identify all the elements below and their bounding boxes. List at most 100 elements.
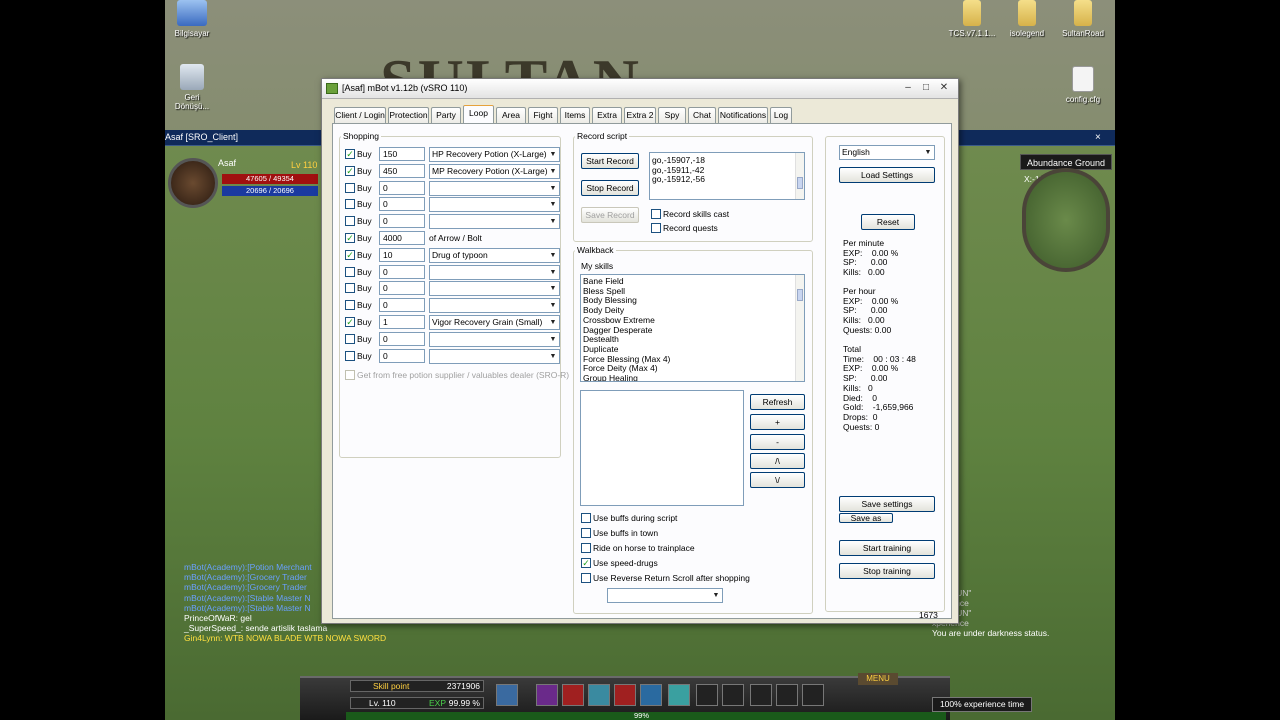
skill-slot[interactable] <box>750 684 772 706</box>
qty-input[interactable]: 0 <box>379 348 425 363</box>
buy-checkbox[interactable]: ✓ <box>345 249 355 260</box>
save-settings-button[interactable]: Save settings <box>839 496 935 512</box>
tab-area[interactable]: Area <box>496 107 526 123</box>
tab-client-login[interactable]: Client / Login <box>334 107 386 123</box>
remove-skill-button[interactable]: - <box>750 434 805 450</box>
add-skill-button[interactable]: + <box>750 414 805 430</box>
qty-input[interactable]: 0 <box>379 331 425 346</box>
item-select[interactable]: Drug of typoon ▼ <box>429 247 560 263</box>
item-select[interactable]: ▼ <box>429 197 560 213</box>
qty-input[interactable]: 450 <box>379 163 425 178</box>
save-record-button[interactable]: Save Record <box>581 207 639 223</box>
buy-checkbox[interactable]: ✓ <box>345 149 355 159</box>
free-potion-checkbox[interactable] <box>345 370 355 380</box>
skill-slot[interactable] <box>668 684 690 706</box>
move-up-button[interactable]: /\ <box>750 453 805 469</box>
item-select[interactable]: ▼ <box>429 264 560 280</box>
qty-input[interactable]: 1 <box>379 315 425 329</box>
walkback-option-checkbox[interactable]: ✓ <box>581 558 591 568</box>
walkback-dropdown[interactable]: ▼ <box>607 588 723 603</box>
item-select[interactable]: ▼ <box>429 214 560 230</box>
tab-fight[interactable]: Fight <box>528 107 558 123</box>
record-quests-checkbox[interactable] <box>651 223 661 233</box>
qty-input[interactable]: 0 <box>379 298 425 313</box>
skill-slot[interactable] <box>776 684 798 706</box>
skill-slot[interactable] <box>614 684 636 706</box>
item-select[interactable]: ▼ <box>429 281 560 297</box>
buy-checkbox[interactable]: ✓ <box>345 317 355 327</box>
qty-input[interactable]: 10 <box>379 247 425 262</box>
script-line[interactable]: go,-15912,-56 <box>650 175 804 185</box>
record-skills-checkbox[interactable] <box>651 209 661 219</box>
skill-slot[interactable] <box>562 684 584 706</box>
buy-checkbox[interactable] <box>345 350 355 361</box>
walkback-option-checkbox[interactable] <box>581 528 591 538</box>
item-select[interactable]: ▼ <box>429 348 560 364</box>
tab-spy[interactable]: Spy <box>658 107 686 123</box>
mbot-title-bar[interactable]: [Asaf] mBot v1.12b (vSRO 110) – □ ✕ <box>322 79 958 99</box>
item-select[interactable]: ▼ <box>429 331 560 347</box>
start-training-button[interactable]: Start training <box>839 540 935 556</box>
buy-checkbox[interactable] <box>345 266 355 277</box>
tab-notifications[interactable]: Notifications <box>718 107 768 123</box>
item-select[interactable]: Vigor Recovery Grain (Small) ▼ <box>429 315 560 330</box>
item-select[interactable]: ▼ <box>429 298 560 314</box>
stop-record-button[interactable]: Stop Record <box>581 180 639 196</box>
tab-log[interactable]: Log <box>770 107 792 123</box>
item-select[interactable]: MP Recovery Potion (X-Large) ▼ <box>429 163 560 179</box>
buy-checkbox[interactable] <box>345 283 355 294</box>
tab-protection[interactable]: Protection <box>388 107 429 123</box>
skills-scrollbar[interactable] <box>795 275 804 381</box>
walkback-option-checkbox[interactable] <box>581 573 591 583</box>
skill-item[interactable]: Group Healing <box>581 373 804 381</box>
script-scrollbar[interactable] <box>795 153 804 199</box>
recycle-bin-icon[interactable]: Geri Dönüşü... <box>162 64 222 111</box>
item-select[interactable]: HP Recovery Potion (X-Large) ▼ <box>429 147 560 162</box>
client-close-icon[interactable]: × <box>1095 132 1101 143</box>
qty-input[interactable]: 0 <box>379 180 425 195</box>
computer-icon[interactable]: Bilgisayar <box>162 0 222 38</box>
qty-input[interactable]: 0 <box>379 264 425 279</box>
buy-checkbox[interactable] <box>345 182 355 193</box>
qty-input[interactable]: 4000 <box>379 231 425 245</box>
script-list[interactable]: go,-15907,-18 go,-15911,-42 go,-15912,-56 <box>649 152 805 200</box>
skill-slot[interactable] <box>536 684 558 706</box>
stop-training-button[interactable]: Stop training <box>839 563 935 579</box>
skill-slot[interactable] <box>640 684 662 706</box>
skill-slot[interactable] <box>802 684 824 706</box>
buy-checkbox[interactable]: ✓ <box>345 165 355 176</box>
folder-icon-tcs[interactable]: TCS.v7.1.1... <box>942 0 1002 38</box>
buy-checkbox[interactable]: ✓ <box>345 233 355 243</box>
buy-checkbox[interactable] <box>345 216 355 227</box>
move-down-button[interactable]: \/ <box>750 472 805 488</box>
qty-input[interactable]: 0 <box>379 281 425 296</box>
qty-input[interactable]: 150 <box>379 147 425 161</box>
buy-checkbox[interactable] <box>345 300 355 311</box>
qty-input[interactable]: 0 <box>379 214 425 229</box>
walkback-option-checkbox[interactable] <box>581 513 591 523</box>
close-icon[interactable]: ✕ <box>936 81 952 95</box>
reset-button[interactable]: Reset <box>861 214 915 230</box>
buy-checkbox[interactable] <box>345 333 355 344</box>
menu-button[interactable]: MENU <box>858 673 898 685</box>
folder-icon-sultanroad[interactable]: SultanRoad <box>1053 0 1113 38</box>
folder-icon-isolegend[interactable]: isolegend <box>997 0 1057 38</box>
tab-extra-2[interactable]: Extra 2 <box>624 107 656 123</box>
maximize-icon[interactable]: □ <box>918 81 934 95</box>
tab-items[interactable]: Items <box>560 107 590 123</box>
tab-extra[interactable]: Extra <box>592 107 622 123</box>
minimap[interactable] <box>1022 168 1110 272</box>
refresh-button[interactable]: Refresh <box>750 394 805 410</box>
skills-list[interactable]: Bane Field Bless Spell Body Blessing Body D… <box>580 274 805 382</box>
qty-input[interactable]: 0 <box>379 197 425 212</box>
tab-chat[interactable]: Chat <box>688 107 716 123</box>
skill-slot[interactable] <box>696 684 718 706</box>
buy-checkbox[interactable] <box>345 199 355 210</box>
item-select[interactable]: ▼ <box>429 180 560 196</box>
skill-slot[interactable] <box>588 684 610 706</box>
skill-slot[interactable] <box>496 684 518 706</box>
skill-slot[interactable] <box>722 684 744 706</box>
minimize-icon[interactable]: – <box>900 81 916 95</box>
language-select[interactable]: English ▼ <box>839 145 935 160</box>
config-file-icon[interactable]: config.cfg <box>1053 66 1113 104</box>
